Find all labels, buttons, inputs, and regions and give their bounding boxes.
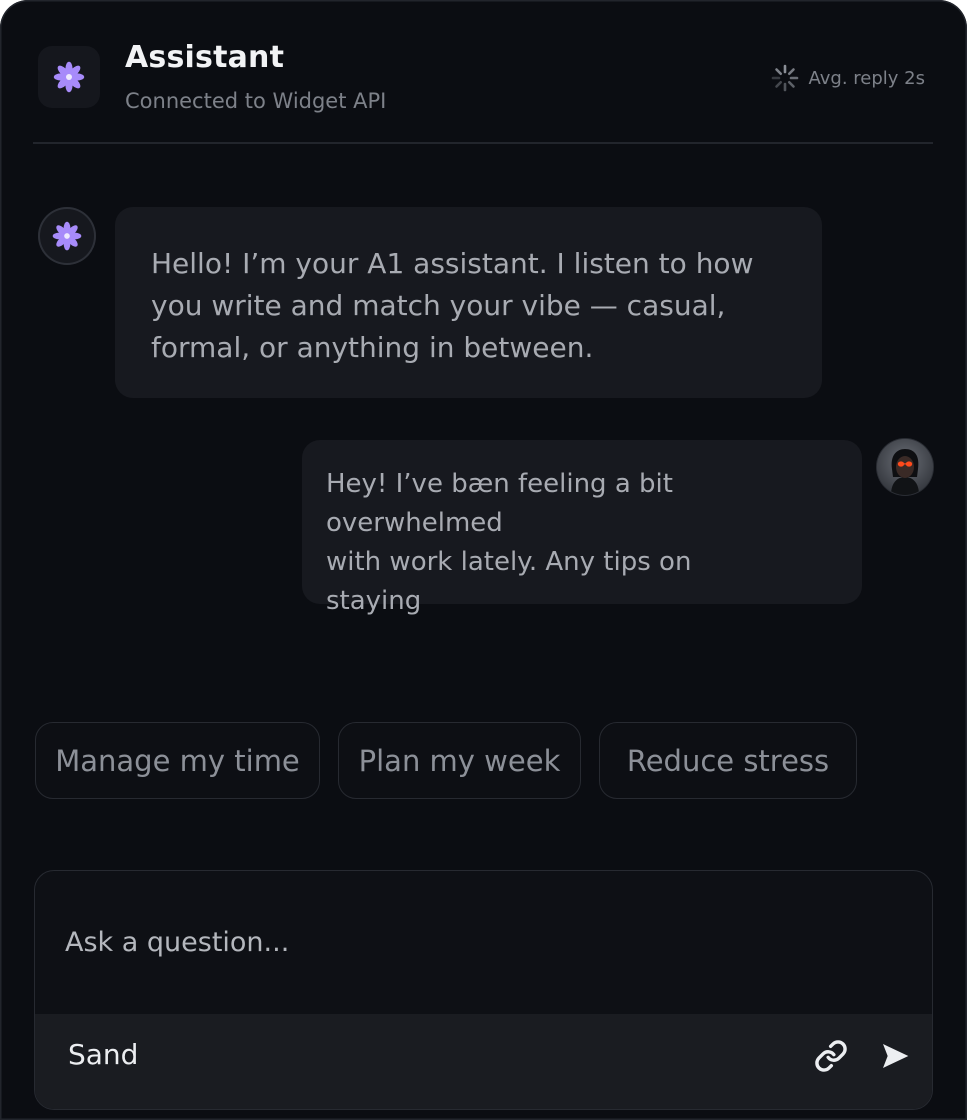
chat-widget: Assistant Connected to Widget API Avg. r… bbox=[0, 0, 967, 1120]
user-avatar-image bbox=[877, 439, 933, 495]
attach-link-button[interactable] bbox=[811, 1036, 851, 1076]
link-icon bbox=[815, 1040, 847, 1072]
header-title: Assistant bbox=[125, 40, 285, 75]
send-label[interactable]: Sand bbox=[68, 1038, 138, 1071]
assistant-message-bubble: Hello! I’m your A1 assistant. I listen t… bbox=[115, 207, 822, 398]
user-message-line: Hey! I’ve bæn feeling a bit overwhelmed bbox=[326, 469, 673, 538]
user-avatar bbox=[877, 439, 933, 495]
assistant-logo bbox=[38, 46, 100, 108]
user-message-line: staying bbox=[326, 586, 422, 616]
suggestion-chip[interactable]: Plan my week bbox=[338, 722, 581, 799]
message-input[interactable] bbox=[35, 871, 932, 1014]
loading-spinner-icon bbox=[771, 64, 798, 92]
flower-icon bbox=[53, 61, 85, 93]
reply-time-label: Avg. reply 2s bbox=[808, 67, 926, 89]
flower-icon bbox=[52, 221, 82, 251]
suggestion-chip[interactable]: Reduce stress bbox=[599, 722, 857, 799]
header-divider bbox=[33, 142, 933, 144]
header-subtitle: Connected to Widget API bbox=[125, 89, 387, 113]
user-message-bubble: Hey! I’ve bæn feeling a bit overwhelmed … bbox=[302, 440, 862, 616]
send-icon bbox=[883, 1044, 909, 1068]
composer-toolbar: Sand bbox=[35, 1014, 932, 1109]
message-composer: Sand bbox=[34, 870, 933, 1110]
user-message-line: with work lately. Any tips on bbox=[326, 547, 692, 577]
assistant-message-text: Hello! I’m your A1 assistant. I listen t… bbox=[151, 247, 754, 364]
send-button[interactable] bbox=[875, 1036, 915, 1076]
reply-time-indicator: Avg. reply 2s bbox=[771, 64, 926, 92]
suggestion-chip[interactable]: Manage my time bbox=[35, 722, 320, 799]
assistant-avatar bbox=[38, 207, 96, 265]
